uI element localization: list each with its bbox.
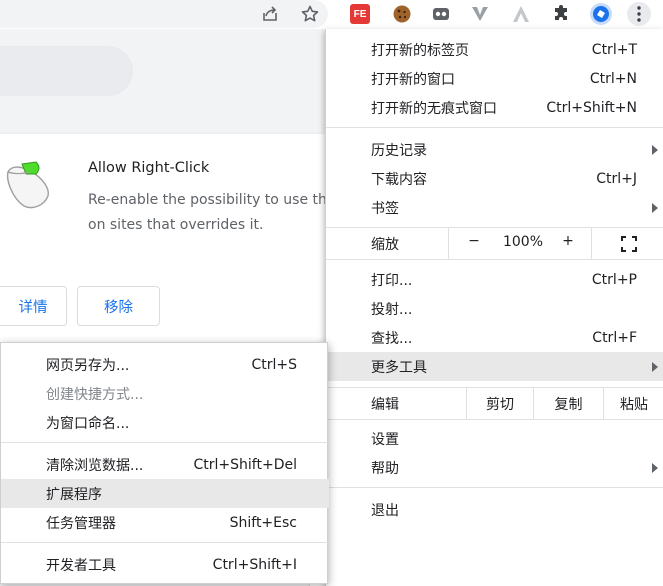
submenu-item-shortcut: Shift+Esc xyxy=(229,514,297,531)
submenu-separator xyxy=(1,542,329,543)
menu-separator xyxy=(326,487,663,488)
submenu-item-shortcut: Ctrl+Shift+Del xyxy=(193,456,297,473)
menu-item-new-tab[interactable]: 打开新的标签页 Ctrl+T xyxy=(326,35,663,64)
submenu-item-label: 开发者工具 xyxy=(46,557,116,574)
zoom-out-button[interactable]: − xyxy=(465,233,483,253)
star-icon[interactable] xyxy=(298,2,322,26)
zoom-row: 缩放 − 100% + xyxy=(326,228,663,259)
menu-item-label: 投射... xyxy=(371,301,413,318)
v-extension-icon[interactable] xyxy=(468,2,492,26)
menu-separator xyxy=(326,127,663,128)
menu-item-label: 帮助 xyxy=(371,460,399,477)
remove-button[interactable]: 移除 xyxy=(77,286,160,326)
details-button[interactable]: 详情 xyxy=(0,286,67,326)
cat-extension-icon[interactable] xyxy=(429,2,453,26)
menu-item-label: 打开新的窗口 xyxy=(371,71,455,88)
submenu-item-label: 任务管理器 xyxy=(46,515,116,532)
menu-item-history[interactable]: 历史记录 xyxy=(326,135,663,164)
mouse-icon xyxy=(2,158,52,210)
kebab-menu-icon[interactable] xyxy=(627,2,651,26)
search-box[interactable] xyxy=(0,46,133,96)
menu-item-label: 设置 xyxy=(371,431,399,448)
submenu-item-label: 清除浏览数据... xyxy=(46,457,144,474)
submenu-arrow-icon xyxy=(652,462,658,473)
submenu-arrow-icon xyxy=(652,144,658,155)
menu-item-find[interactable]: 查找... Ctrl+F xyxy=(326,323,663,352)
menu-item-settings[interactable]: 设置 xyxy=(326,424,663,453)
submenu-item-label: 扩展程序 xyxy=(46,486,102,503)
menu-separator xyxy=(326,259,663,260)
menu-item-label: 打开新的标签页 xyxy=(371,42,469,59)
menu-item-new-window[interactable]: 打开新的窗口 Ctrl+N xyxy=(326,64,663,93)
menu-item-shortcut: Ctrl+J xyxy=(596,170,637,187)
zoom-label: 缩放 xyxy=(371,237,399,253)
zoom-level: 100% xyxy=(502,234,544,250)
active-extension-icon[interactable] xyxy=(589,2,613,26)
menu-item-bookmarks[interactable]: 书签 xyxy=(326,193,663,222)
submenu-item-name-window[interactable]: 为窗口命名... xyxy=(1,408,329,437)
submenu-item-label: 网页另存为... xyxy=(46,357,130,374)
edit-row: 编辑 剪切 复制 粘贴 xyxy=(326,388,663,419)
menu-item-label: 书签 xyxy=(371,200,399,217)
menu-item-label: 打印... xyxy=(371,272,413,289)
extension-title: Allow Right-Click xyxy=(88,160,210,176)
menu-item-label: 查找... xyxy=(371,330,413,347)
a-extension-icon[interactable] xyxy=(509,2,533,26)
zoom-controls: − 100% + xyxy=(448,228,663,259)
menu-item-downloads[interactable]: 下载内容 Ctrl+J xyxy=(326,164,663,193)
more-tools-submenu: 网页另存为... Ctrl+S 创建快捷方式... 为窗口命名... 清除浏览数… xyxy=(0,342,329,584)
fe-extension-label: FE xyxy=(350,4,370,24)
paste-button[interactable]: 粘贴 xyxy=(603,388,663,419)
submenu-separator xyxy=(1,442,329,443)
menu-item-shortcut: Ctrl+T xyxy=(591,41,637,58)
chrome-main-menu: 打开新的标签页 Ctrl+T 打开新的窗口 Ctrl+N 打开新的无痕式窗口 C… xyxy=(325,29,663,586)
cookie-extension-icon[interactable] xyxy=(390,2,414,26)
cut-button[interactable]: 剪切 xyxy=(466,388,533,419)
submenu-item-clear-data[interactable]: 清除浏览数据... Ctrl+Shift+Del xyxy=(1,450,329,479)
menu-item-more-tools[interactable]: 更多工具 xyxy=(326,352,663,381)
menu-item-cast[interactable]: 投射... xyxy=(326,294,663,323)
submenu-item-shortcut: Ctrl+S xyxy=(251,356,297,373)
menu-item-print[interactable]: 打印... Ctrl+P xyxy=(326,265,663,294)
puzzle-icon[interactable] xyxy=(549,2,573,26)
menu-item-new-incognito[interactable]: 打开新的无痕式窗口 Ctrl+Shift+N xyxy=(326,93,663,122)
submenu-item-label: 创建快捷方式... xyxy=(46,386,144,403)
menu-separator xyxy=(326,419,663,420)
browser-toolbar: FE xyxy=(0,0,663,29)
menu-item-label: 历史记录 xyxy=(371,142,427,159)
submenu-item-save-page[interactable]: 网页另存为... Ctrl+S xyxy=(1,350,329,379)
share-icon[interactable] xyxy=(258,2,282,26)
menu-item-label: 下载内容 xyxy=(371,171,427,188)
menu-item-shortcut: Ctrl+Shift+N xyxy=(546,99,637,116)
menu-item-shortcut: Ctrl+F xyxy=(592,329,637,346)
copy-button[interactable]: 复制 xyxy=(533,388,603,419)
submenu-item-task-manager[interactable]: 任务管理器 Shift+Esc xyxy=(1,508,329,537)
submenu-item-extensions[interactable]: 扩展程序 xyxy=(1,479,329,508)
fe-extension-icon[interactable]: FE xyxy=(348,2,372,26)
extension-card: Allow Right-Click Re-enable the possibil… xyxy=(0,134,370,366)
submenu-item-label: 为窗口命名... xyxy=(46,415,130,432)
menu-item-label: 退出 xyxy=(371,502,399,519)
submenu-arrow-icon xyxy=(652,361,658,372)
menu-item-label: 更多工具 xyxy=(371,359,427,376)
menu-item-label: 打开新的无痕式窗口 xyxy=(371,100,497,117)
submenu-item-create-shortcut: 创建快捷方式... xyxy=(1,379,329,408)
menu-item-shortcut: Ctrl+P xyxy=(591,271,637,288)
submenu-item-dev-tools[interactable]: 开发者工具 Ctrl+Shift+I xyxy=(1,550,329,579)
menu-item-help[interactable]: 帮助 xyxy=(326,453,663,482)
fullscreen-button[interactable] xyxy=(591,228,663,259)
submenu-item-shortcut: Ctrl+Shift+I xyxy=(212,556,297,573)
menu-item-exit[interactable]: 退出 xyxy=(326,495,663,524)
menu-item-shortcut: Ctrl+N xyxy=(589,70,637,87)
fullscreen-icon xyxy=(620,235,637,252)
zoom-in-button[interactable]: + xyxy=(559,233,577,253)
submenu-arrow-icon xyxy=(652,202,658,213)
edit-label: 编辑 xyxy=(371,397,399,413)
